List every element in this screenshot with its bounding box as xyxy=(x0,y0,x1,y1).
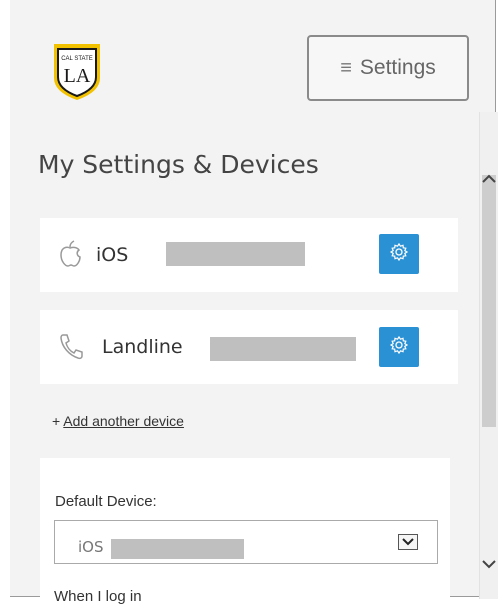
page-title: My Settings & Devices xyxy=(38,150,319,179)
settings-button-label: Settings xyxy=(359,56,436,79)
device-label-ios: iOS xyxy=(96,244,129,266)
default-device-label: Default Device: xyxy=(55,493,157,510)
ios-settings-button[interactable] xyxy=(379,234,419,274)
cal-state-la-logo: CAL STATE LA xyxy=(42,40,112,102)
landline-settings-button[interactable] xyxy=(379,327,419,367)
scroll-up-icon[interactable] xyxy=(480,170,498,188)
redacted-number xyxy=(111,539,244,559)
add-prefix: + xyxy=(52,413,64,429)
when-i-log-in-label: When I log in xyxy=(54,588,142,605)
logo-main-text: LA xyxy=(64,65,91,87)
device-row-landline: Landline xyxy=(40,310,458,384)
hamburger-icon: ≡ xyxy=(340,56,352,79)
scroll-down-icon[interactable] xyxy=(480,555,498,573)
default-device-value: iOS xyxy=(78,538,104,556)
chevron-down-icon[interactable] xyxy=(398,534,418,550)
gear-icon xyxy=(389,335,409,360)
redacted-number xyxy=(210,337,356,361)
gear-icon xyxy=(389,242,409,267)
settings-button[interactable]: ≡ Settings xyxy=(307,35,469,101)
phone-icon xyxy=(58,332,84,360)
apple-icon xyxy=(58,240,84,268)
device-row-ios: iOS xyxy=(40,218,458,292)
logo-small-text: CAL STATE xyxy=(61,56,93,62)
add-device-link[interactable]: Add another device xyxy=(63,413,184,429)
redacted-number xyxy=(166,242,305,266)
scrollbar-thumb[interactable] xyxy=(482,175,496,427)
device-label-landline: Landline xyxy=(102,336,183,358)
add-device-row: + Add another device xyxy=(52,413,184,429)
